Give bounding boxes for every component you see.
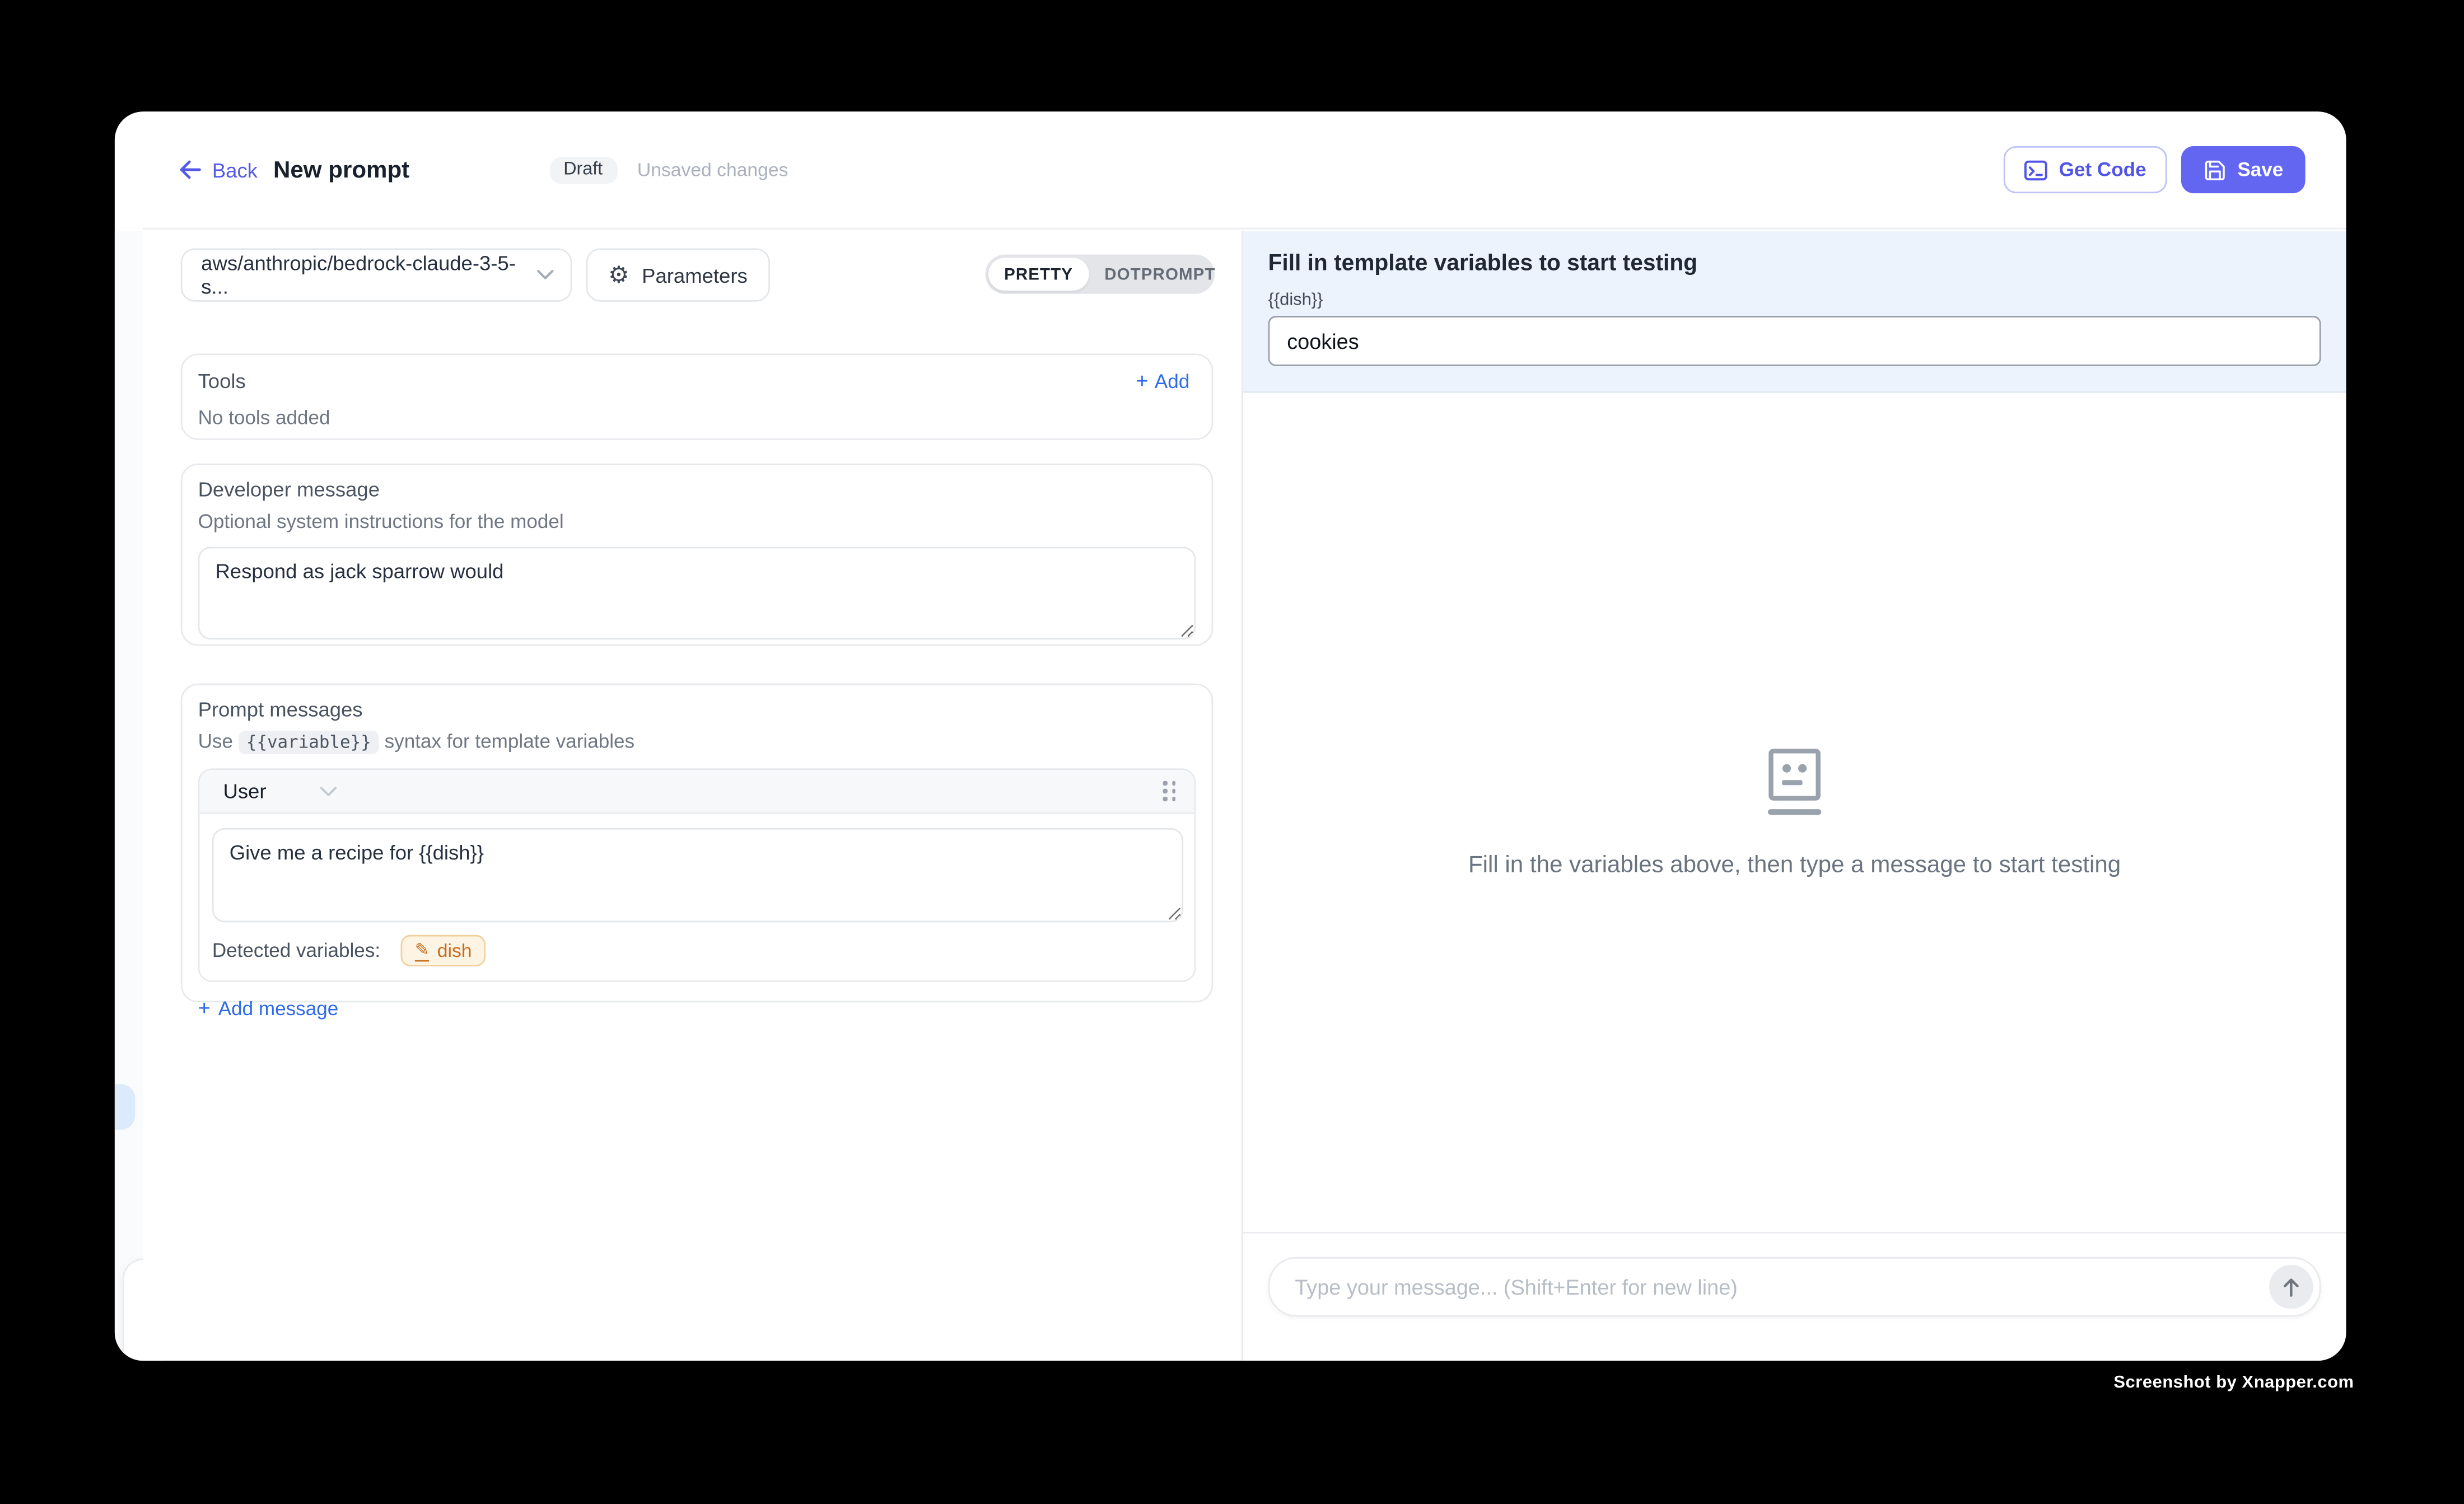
get-code-button[interactable]: Get Code: [2004, 146, 2167, 193]
add-tool-button[interactable]: + Add: [1136, 370, 1189, 392]
background-sidebar-sliver: [115, 231, 143, 1361]
unsaved-changes-text: Unsaved changes: [637, 158, 788, 180]
header-bar: Back New prompt Draft Unsaved changes Ge…: [143, 111, 2346, 229]
developer-message-subtitle: Optional system instructions for the mod…: [198, 511, 1196, 533]
prompt-messages-subtitle: Use {{variable}} syntax for template var…: [198, 731, 1196, 753]
detected-variables-label: Detected variables:: [212, 940, 380, 961]
add-message-label: Add message: [218, 998, 338, 1020]
view-mode-toggle: PRETTY DOTPROMPT: [985, 255, 1215, 294]
empty-state-text: Fill in the variables above, then type a…: [1468, 852, 2121, 879]
add-tool-label: Add: [1155, 370, 1189, 392]
parameters-button[interactable]: ⚙ Parameters: [586, 248, 769, 301]
message-block: User Give me a recipe for {{dish}}: [198, 768, 1196, 982]
page-title: New prompt: [273, 156, 409, 183]
test-panel: Fill in template variables to start test…: [1242, 231, 2346, 1361]
developer-message-card: Developer message Optional system instru…: [181, 464, 1214, 646]
variable-dish-label: {{dish}}: [1268, 291, 2321, 310]
plus-icon: +: [198, 998, 211, 1020]
status-badge: Draft: [549, 156, 617, 183]
robot-icon: [1763, 746, 1826, 820]
add-message-button[interactable]: + Add message: [198, 998, 1196, 1020]
developer-message-title: Developer message: [198, 478, 1196, 501]
message-content-textarea[interactable]: Give me a recipe for {{dish}}: [212, 828, 1183, 922]
message-role-select[interactable]: User: [223, 779, 266, 803]
save-label: Save: [2237, 158, 2283, 180]
pencil-icon: ✎: [415, 940, 430, 960]
arrow-up-icon: [2281, 1277, 2300, 1297]
back-label: Back: [212, 158, 258, 181]
plus-icon: +: [1136, 371, 1148, 392]
template-variables-title: Fill in template variables to start test…: [1268, 251, 2321, 277]
get-code-label: Get Code: [2059, 158, 2146, 180]
chat-empty-state: Fill in the variables above, then type a…: [1243, 393, 2346, 1232]
variable-dish-input[interactable]: [1268, 316, 2321, 366]
variable-syntax-chip: {{variable}}: [239, 731, 379, 754]
back-arrow-icon: [178, 158, 203, 180]
subtitle-suffix: syntax for template variables: [385, 731, 634, 753]
save-button[interactable]: Save: [2181, 146, 2305, 193]
variable-badge-dish[interactable]: ✎ dish: [401, 935, 486, 966]
page-background: Back New prompt Draft Unsaved changes Ge…: [0, 0, 2464, 1504]
tools-card: Tools + Add No tools added: [181, 353, 1214, 440]
detected-variables-row: Detected variables: ✎ dish: [199, 922, 1194, 980]
watermark-text: Screenshot by Xnapper.com: [2113, 1374, 2354, 1393]
template-variables-box: Fill in template variables to start test…: [1243, 231, 2346, 393]
model-selector-value: aws/anthropic/bedrock-claude-3-5-s...: [201, 251, 536, 298]
subtitle-prefix: Use: [198, 731, 233, 753]
toggle-pretty[interactable]: PRETTY: [988, 258, 1089, 291]
terminal-icon: [2024, 158, 2048, 181]
prompt-editor-panel: aws/anthropic/bedrock-claude-3-5-s... ⚙ …: [143, 231, 1241, 1361]
chat-footer: [1243, 1232, 2346, 1361]
drag-handle-icon[interactable]: [1163, 781, 1175, 801]
save-icon: [2203, 158, 2227, 181]
developer-message-textarea[interactable]: Respond as jack sparrow would: [198, 547, 1196, 640]
tools-empty-text: No tools added: [198, 407, 1190, 429]
toggle-dotprompt[interactable]: DOTPROMPT: [1089, 258, 1231, 291]
chat-message-input[interactable]: [1292, 1273, 2251, 1300]
tools-title: Tools: [198, 369, 246, 393]
model-selector[interactable]: aws/anthropic/bedrock-claude-3-5-s...: [181, 248, 572, 301]
prompt-messages-card: Prompt messages Use {{variable}} syntax …: [181, 684, 1214, 1003]
parameters-label: Parameters: [642, 263, 748, 287]
send-button[interactable]: [2269, 1265, 2313, 1309]
chevron-down-icon[interactable]: [320, 785, 339, 797]
chat-input-container: [1268, 1257, 2321, 1317]
message-role-header: User: [199, 770, 1194, 814]
gear-icon: ⚙: [608, 263, 629, 287]
chevron-down-icon: [536, 269, 555, 281]
back-button[interactable]: Back: [178, 158, 258, 181]
app-window: Back New prompt Draft Unsaved changes Ge…: [115, 111, 2346, 1361]
prompt-messages-title: Prompt messages: [198, 698, 1196, 721]
background-sidebar-highlight: [115, 1084, 135, 1129]
variable-name: dish: [437, 940, 472, 961]
